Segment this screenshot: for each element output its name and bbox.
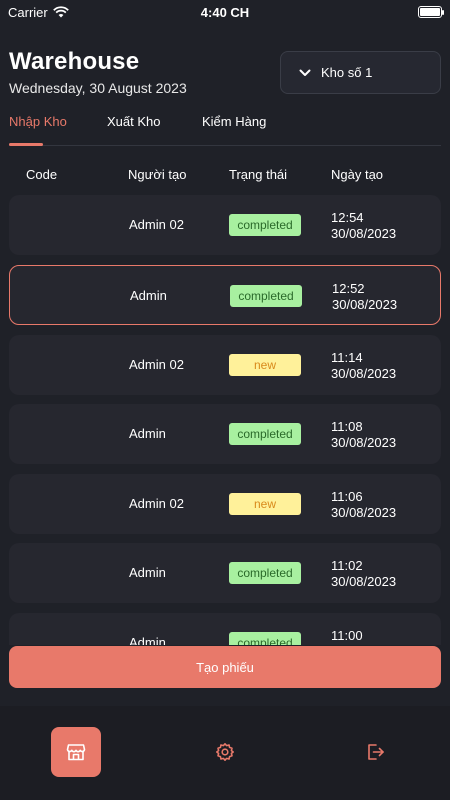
row-date: 30/08/2023 [332, 297, 398, 312]
row-date: 30/08/2023 [331, 366, 397, 381]
warehouse-select-value: Kho số 1 [321, 65, 373, 80]
nav-logout-button[interactable] [350, 727, 400, 777]
row-creator: Admin [130, 288, 167, 303]
gear-icon [216, 743, 234, 761]
row-time: 11:14 [331, 350, 363, 365]
tab-xuat-kho[interactable]: Xuất Kho [107, 114, 161, 129]
row-datetime: 12:52 30/08/2023 [332, 281, 397, 313]
warehouse-select[interactable]: Kho số 1 [280, 51, 441, 94]
status-badge: completed [230, 285, 302, 307]
row-date: 30/08/2023 [331, 435, 397, 450]
row-time: 11:06 [331, 489, 363, 504]
carrier-label: Carrier [8, 4, 48, 20]
row-creator: Admin [129, 426, 166, 441]
col-header-status: Trạng thái [229, 167, 288, 182]
status-bar: Carrier 4:40 CH [0, 0, 450, 24]
status-badge: completed [229, 423, 301, 445]
row-datetime: 11:08 30/08/2023 [331, 419, 396, 451]
col-header-creator: Người tạo [128, 167, 187, 182]
nav-settings-button[interactable] [200, 727, 250, 777]
table-row[interactable]: Admin completed 11:08 30/08/2023 [9, 404, 441, 464]
row-creator: Admin 02 [129, 217, 184, 232]
active-tab-indicator [9, 143, 43, 146]
row-datetime: 12:54 30/08/2023 [331, 210, 396, 242]
store-icon [66, 744, 86, 761]
status-badge: completed [229, 562, 301, 584]
table-row[interactable]: Admin 02 completed 12:54 30/08/2023 [9, 195, 441, 255]
tab-nhap-kho[interactable]: Nhập Kho [9, 114, 67, 129]
battery-icon [418, 6, 444, 18]
bottom-nav [0, 706, 450, 800]
tab-bar: Nhập Kho Xuất Kho Kiểm Hàng [9, 114, 441, 146]
row-creator: Admin [129, 565, 166, 580]
row-time: 12:52 [332, 281, 365, 296]
page-date: Wednesday, 30 August 2023 [9, 80, 187, 96]
status-badge: new [229, 493, 301, 515]
nav-warehouse-button[interactable] [51, 727, 101, 777]
row-datetime: 11:06 30/08/2023 [331, 489, 396, 521]
row-creator: Admin 02 [129, 357, 184, 372]
table-row[interactable]: Admin 02 new 11:06 30/08/2023 [9, 474, 441, 534]
table-row[interactable]: Admin completed 11:02 30/08/2023 [9, 543, 441, 603]
row-time: 11:00 [331, 628, 363, 643]
row-date: 30/08/2023 [331, 226, 397, 241]
logout-icon [368, 744, 384, 760]
status-badge: completed [229, 632, 301, 645]
row-creator: Admin 02 [129, 496, 184, 511]
row-datetime: 11:00 [331, 628, 363, 644]
row-time: 11:02 [331, 558, 363, 573]
tab-kiem-hang[interactable]: Kiểm Hàng [202, 114, 266, 129]
receipt-list[interactable]: Admin 02 completed 12:54 30/08/2023 Admi… [9, 195, 441, 645]
col-header-date: Ngày tạo [331, 167, 384, 182]
wifi-icon [52, 6, 69, 18]
row-creator: Admin [129, 635, 166, 645]
row-date: 30/08/2023 [331, 574, 397, 589]
row-datetime: 11:14 30/08/2023 [331, 350, 396, 382]
header: Warehouse Wednesday, 30 August 2023 [9, 48, 187, 96]
table-row[interactable]: Admin 02 new 11:14 30/08/2023 [9, 335, 441, 395]
status-left: Carrier [8, 5, 69, 20]
row-date: 30/08/2023 [331, 505, 397, 520]
table-row[interactable]: Admin completed 11:00 [9, 613, 441, 645]
create-receipt-button[interactable]: Tạo phiếu [9, 646, 441, 688]
status-badge: new [229, 354, 301, 376]
table-header: Code Người tạo Trạng thái Ngày tạo [0, 167, 450, 185]
table-row-selected[interactable]: Admin completed 12:52 30/08/2023 [9, 265, 441, 325]
chevron-down-icon [299, 69, 311, 76]
row-time: 12:54 [331, 210, 364, 225]
page-title: Warehouse [9, 48, 140, 75]
status-badge: completed [229, 214, 301, 236]
row-datetime: 11:02 30/08/2023 [331, 558, 396, 590]
col-header-code: Code [26, 167, 58, 182]
row-time: 11:08 [331, 419, 363, 434]
